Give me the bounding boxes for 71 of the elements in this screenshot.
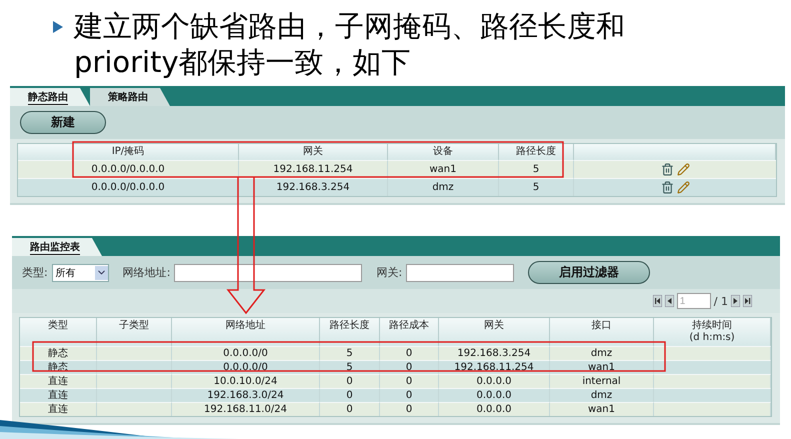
table-cell: 0 — [320, 402, 380, 416]
pencil-icon[interactable] — [676, 181, 690, 194]
page-total: / 1 — [714, 294, 728, 308]
table-cell: 0.0.0.0 — [439, 402, 550, 416]
network-address-label: 网络地址: — [122, 265, 170, 280]
table-cell: dmz — [550, 388, 654, 402]
table-cell: 0 — [380, 402, 439, 416]
table-cell: 192.168.3.254 — [439, 346, 550, 360]
network-address-field[interactable] — [174, 264, 362, 282]
new-button[interactable]: 新建 — [20, 111, 106, 134]
table-cell: 0 — [320, 374, 380, 388]
table-cell: 5 — [320, 346, 380, 360]
table-cell: 直连 — [20, 402, 97, 416]
table-cell: 5 — [499, 160, 574, 178]
table-cell: 0 — [380, 346, 439, 360]
tab[interactable]: 策略路由 — [90, 88, 170, 106]
next-page-icon[interactable] — [731, 295, 740, 307]
column-header: 网关 — [239, 144, 388, 160]
first-page-icon[interactable] — [652, 295, 662, 307]
tab[interactable]: 静态路由 — [10, 88, 90, 106]
table-cell: 0.0.0.0 — [439, 374, 550, 388]
table-cell: 0.0.0.0/0 — [172, 346, 320, 360]
heading-text: 建立两个缺省路由，子网掩码、路径长度和priority都保持一致，如下 — [74, 8, 626, 80]
table-cell: dmz — [388, 178, 499, 196]
table-cell: wan1 — [388, 160, 499, 178]
table-cell: wan1 — [550, 402, 654, 416]
table-cell: 5 — [320, 360, 380, 374]
table-cell: 0.0.0.0 — [439, 388, 550, 402]
column-header: 子类型 — [97, 318, 172, 346]
table-cell: 0 — [320, 388, 380, 402]
gateway-field[interactable] — [406, 264, 514, 282]
table-cell: 192.168.3.254 — [239, 178, 388, 196]
table-cell: wan1 — [550, 360, 654, 374]
delete-icon[interactable] — [660, 181, 674, 194]
table-cell: 10.0.10.0/24 — [172, 374, 320, 388]
delete-icon[interactable] — [660, 163, 674, 176]
column-header: 路径长度 — [499, 144, 574, 160]
table-cell: internal — [550, 374, 654, 388]
table-cell: 0.0.0.0/0.0.0.0 — [18, 178, 239, 196]
pencil-icon[interactable] — [676, 163, 690, 176]
column-header: 路径长度 — [320, 318, 380, 346]
column-header: 网络地址 — [172, 318, 320, 346]
column-header: 设备 — [388, 144, 499, 160]
gateway-label: 网关: — [376, 265, 402, 280]
table-cell: dmz — [550, 346, 654, 360]
column-header: 接口 — [550, 318, 654, 346]
column-header: 持续时间 (d h:m:s) — [654, 318, 771, 346]
table-cell: 静态 — [20, 346, 97, 360]
previous-page-icon[interactable] — [664, 295, 674, 307]
bullet-icon — [52, 20, 64, 34]
table-cell: 0.0.0.0/0.0.0.0 — [18, 160, 239, 178]
last-page-icon[interactable] — [743, 295, 752, 307]
table-cell: 0 — [380, 360, 439, 374]
column-header: 类型 — [20, 318, 97, 346]
table-cell: 0.0.0.0/0 — [172, 360, 320, 374]
table-cell: 直连 — [20, 388, 97, 402]
column-header: IP/掩码 — [18, 144, 239, 160]
column-header: 路径成本 — [380, 318, 439, 346]
apply-filter-button[interactable]: 启用过滤器 — [528, 261, 650, 284]
type-label: 类型: — [22, 265, 48, 280]
type-select[interactable]: 所有 — [52, 264, 109, 282]
table-cell: 192.168.11.254 — [239, 160, 388, 178]
table-cell: 192.168.11.0/24 — [172, 402, 320, 416]
table-cell: 192.168.11.254 — [439, 360, 550, 374]
table-cell: 5 — [499, 178, 574, 196]
column-header: 网关 — [439, 318, 550, 346]
table-cell: 0 — [380, 374, 439, 388]
table-cell: 0 — [380, 388, 439, 402]
table-cell: 直连 — [20, 374, 97, 388]
table-cell: 192.168.3.0/24 — [172, 388, 320, 402]
tab[interactable]: 路由监控表 — [12, 238, 102, 256]
